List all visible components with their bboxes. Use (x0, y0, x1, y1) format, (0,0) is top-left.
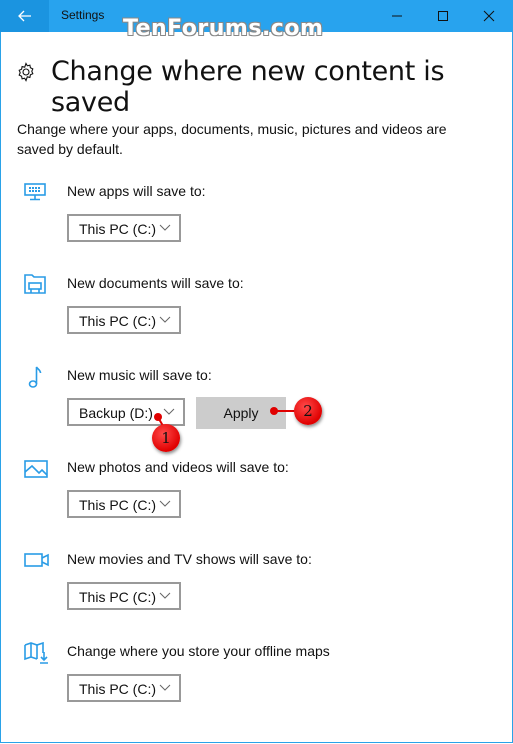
monitor-icon (24, 183, 46, 201)
chevron-down-icon (159, 500, 171, 507)
video-camera-icon (24, 553, 49, 567)
apps-label: New apps will save to: (67, 183, 206, 199)
minimize-button[interactable] (374, 0, 420, 32)
chevron-down-icon (159, 316, 171, 323)
dropdown-value: This PC (C:) (79, 313, 156, 329)
gear-icon (18, 62, 34, 82)
window-title: Settings (61, 8, 105, 22)
dropdown-value: This PC (C:) (79, 589, 156, 605)
chevron-down-icon (159, 592, 171, 599)
close-button[interactable] (466, 0, 512, 32)
apps-save-location-dropdown[interactable]: This PC (C:) (67, 214, 181, 242)
maps-save-location-dropdown[interactable]: This PC (C:) (67, 674, 181, 702)
page-title: Change where new content is saved (51, 56, 445, 118)
movies-label: New movies and TV shows will save to: (67, 551, 312, 567)
music-save-location-dropdown[interactable]: Backup (D:) (67, 398, 185, 426)
music-note-icon (28, 366, 42, 388)
folder-icon (24, 274, 46, 294)
documents-save-location-dropdown[interactable]: This PC (C:) (67, 306, 181, 334)
chevron-down-icon (159, 684, 171, 691)
photos-save-location-dropdown[interactable]: This PC (C:) (67, 490, 181, 518)
dropdown-value: This PC (C:) (79, 221, 156, 237)
title-bar: Settings TenForums.com (0, 0, 513, 41)
photos-label: New photos and videos will save to: (67, 459, 289, 475)
music-label: New music will save to: (67, 367, 212, 383)
watermark: TenForums.com (123, 16, 324, 41)
callout-2: 2 (294, 397, 322, 425)
back-button[interactable] (0, 0, 49, 32)
minimize-icon (392, 15, 402, 17)
callout-1: 1 (152, 424, 180, 452)
chevron-down-icon (159, 224, 171, 231)
maps-label: Change where you store your offline maps (67, 643, 330, 659)
dropdown-value: This PC (C:) (79, 497, 156, 513)
close-icon (483, 10, 495, 22)
chevron-down-icon (163, 408, 175, 415)
maximize-button[interactable] (420, 0, 466, 32)
back-arrow-icon (17, 10, 31, 22)
dropdown-value: Backup (D:) (79, 405, 153, 421)
dropdown-value: This PC (C:) (79, 681, 156, 697)
map-download-icon (24, 642, 48, 664)
image-icon (24, 460, 48, 478)
documents-label: New documents will save to: (67, 275, 244, 291)
maximize-icon (438, 11, 448, 21)
movies-save-location-dropdown[interactable]: This PC (C:) (67, 582, 181, 610)
description: Change where your apps, documents, music… (17, 121, 447, 157)
